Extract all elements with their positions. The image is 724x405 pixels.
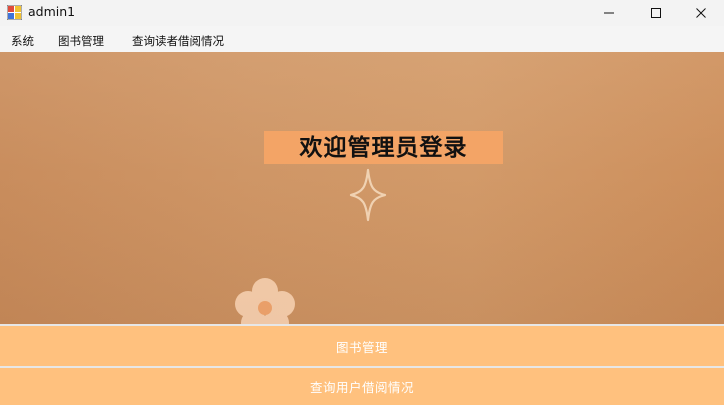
- close-icon: [696, 8, 706, 18]
- query-borrowing-button[interactable]: 查询用户借阅情况: [0, 368, 724, 405]
- window-title: admin1: [28, 4, 76, 19]
- book-management-button[interactable]: 图书管理: [0, 326, 724, 366]
- title-bar[interactable]: admin1: [0, 0, 724, 26]
- background-panel: 欢迎管理员登录: [0, 52, 724, 325]
- minimize-icon: [604, 12, 614, 14]
- close-button[interactable]: [678, 0, 724, 26]
- maximize-button[interactable]: [633, 0, 679, 26]
- menu-item-query-borrowing[interactable]: 查询读者借阅情况: [132, 33, 224, 49]
- menu-item-system[interactable]: 系统: [11, 33, 34, 49]
- minimize-button[interactable]: [586, 0, 632, 26]
- app-icon: [7, 5, 22, 20]
- welcome-label: 欢迎管理员登录: [264, 131, 503, 164]
- flower-icon: [235, 278, 295, 325]
- menu-item-book-management[interactable]: 图书管理: [58, 33, 104, 49]
- menu-bar: 系统 图书管理 查询读者借阅情况: [0, 26, 724, 52]
- app-window: admin1 系统 图书管理 查询读者借阅情况 欢迎管理员登录 图书管理 查询用…: [0, 0, 724, 405]
- sparkle-icon: [349, 168, 387, 222]
- maximize-icon: [651, 8, 661, 18]
